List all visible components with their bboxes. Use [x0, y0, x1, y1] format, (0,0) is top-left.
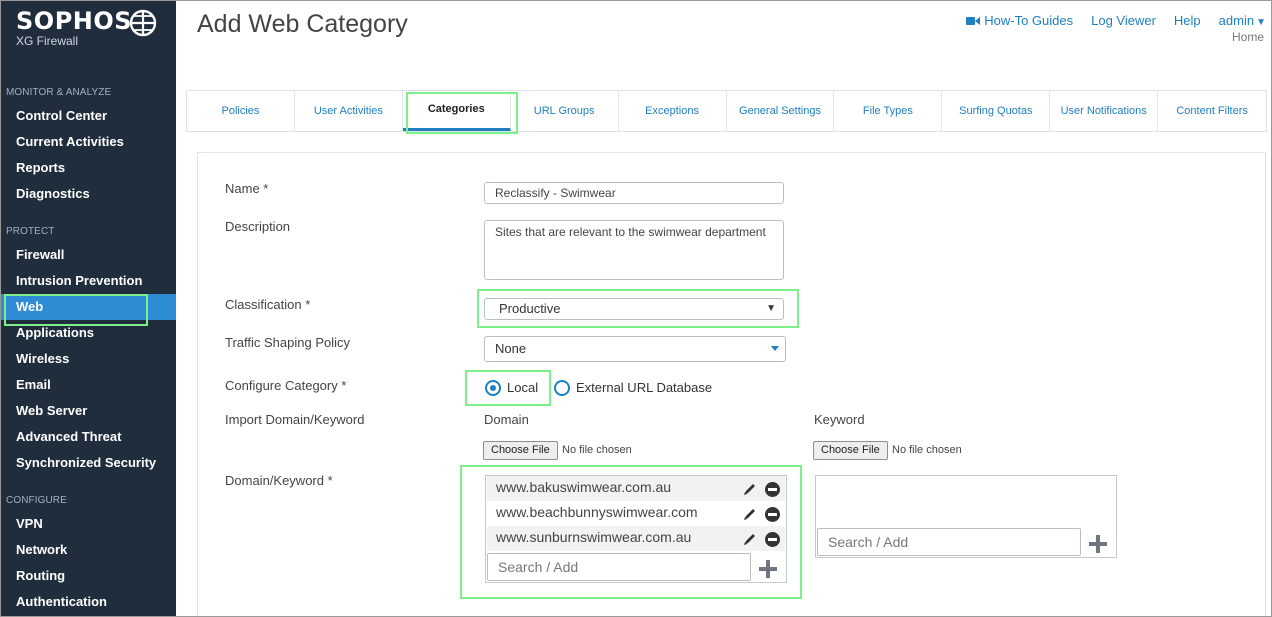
- nav-control-center[interactable]: Control Center: [0, 103, 176, 129]
- nav-current-activities[interactable]: Current Activities: [0, 129, 176, 155]
- traffic-shaping-value: None: [495, 341, 527, 356]
- nav-firewall[interactable]: Firewall: [0, 242, 176, 268]
- brand-product: XG Firewall: [16, 34, 79, 48]
- home-link[interactable]: Home: [1232, 30, 1264, 44]
- brand: SOPHOS XG Firewall: [16, 6, 132, 48]
- traffic-shaping-label: Traffic Shaping Policy: [225, 335, 351, 350]
- domain-header: Domain: [484, 412, 529, 427]
- import-label: Import Domain/Keyword: [225, 412, 365, 427]
- nav-wireless[interactable]: Wireless: [0, 346, 176, 372]
- nav-routing[interactable]: Routing: [0, 563, 176, 589]
- tab-surfing-quotas[interactable]: Surfing Quotas: [942, 91, 1051, 131]
- tab-file-types[interactable]: File Types: [834, 91, 943, 131]
- domain-no-file-text: No file chosen: [562, 444, 632, 456]
- section-label-configure: CONFIGURE: [6, 495, 67, 506]
- description-textarea[interactable]: Sites that are relevant to the swimwear …: [484, 220, 784, 280]
- configure-category-label: Configure Category *: [225, 378, 347, 393]
- nav-vpn[interactable]: VPN: [0, 511, 176, 537]
- description-label: Description: [225, 219, 291, 234]
- nav-diagnostics[interactable]: Diagnostics: [0, 181, 176, 207]
- page-title: Add Web Category: [197, 10, 408, 38]
- nav-network[interactable]: Network: [0, 537, 176, 563]
- keyword-search-add-input[interactable]: Search / Add: [817, 528, 1081, 556]
- tab-bar: Policies User Activities Categories URL …: [186, 90, 1267, 132]
- admin-label: admin: [1218, 13, 1255, 28]
- dropdown-arrow-icon: [771, 346, 779, 351]
- tab-content-filters[interactable]: Content Filters: [1158, 91, 1266, 131]
- highlight-web-nav: [4, 294, 148, 326]
- tab-user-activities[interactable]: User Activities: [295, 91, 403, 131]
- highlight-domain-list: [460, 465, 802, 599]
- radio-external-url-database[interactable]: [554, 380, 570, 396]
- nav-reports[interactable]: Reports: [0, 155, 176, 181]
- nav-synchronized-security[interactable]: Synchronized Security: [0, 450, 176, 476]
- brand-name: SOPHOS: [16, 7, 133, 35]
- howto-guides-label: How-To Guides: [984, 13, 1074, 28]
- log-viewer-link[interactable]: Log Viewer: [1091, 13, 1156, 28]
- radio-external-label: External URL Database: [576, 380, 713, 395]
- top-links: How-To Guides Log Viewer Help admin ▼: [966, 13, 1266, 28]
- keyword-header: Keyword: [814, 412, 865, 427]
- traffic-shaping-select[interactable]: None: [484, 336, 786, 362]
- highlight-local-radio: [465, 370, 551, 406]
- sidebar: SOPHOS XG Firewall MONITOR & ANALYZE Con…: [0, 0, 176, 617]
- nav-intrusion-prevention[interactable]: Intrusion Prevention: [0, 268, 176, 294]
- video-camera-icon: [966, 17, 981, 25]
- highlight-categories-tab: [406, 92, 518, 134]
- plus-icon[interactable]: [1089, 535, 1107, 553]
- section-label-protect: PROTECT: [6, 226, 55, 237]
- nav-advanced-threat[interactable]: Advanced Threat: [0, 424, 176, 450]
- tab-user-notifications[interactable]: User Notifications: [1050, 91, 1159, 131]
- tab-url-groups[interactable]: URL Groups: [511, 91, 619, 131]
- tab-general-settings[interactable]: General Settings: [727, 91, 835, 131]
- nav-email[interactable]: Email: [0, 372, 176, 398]
- highlight-classification: [477, 289, 799, 328]
- nav-authentication[interactable]: Authentication: [0, 589, 176, 615]
- tab-policies[interactable]: Policies: [187, 91, 295, 131]
- keyword-no-file-text: No file chosen: [892, 444, 962, 456]
- domain-choose-file-button[interactable]: Choose File: [483, 441, 558, 460]
- keyword-listbox: Search / Add: [815, 475, 1117, 558]
- chevron-down-icon: ▼: [1256, 17, 1266, 28]
- name-input[interactable]: Reclassify - Swimwear: [484, 182, 784, 204]
- admin-menu[interactable]: admin ▼: [1219, 13, 1266, 28]
- name-label: Name *: [225, 181, 269, 196]
- howto-guides-link[interactable]: How-To Guides: [966, 13, 1073, 28]
- keyword-choose-file-button[interactable]: Choose File: [813, 441, 888, 460]
- globe-logo-icon: [129, 9, 157, 37]
- nav-web-server[interactable]: Web Server: [0, 398, 176, 424]
- tab-exceptions[interactable]: Exceptions: [619, 91, 727, 131]
- classification-label: Classification *: [225, 297, 311, 312]
- section-label-monitor: MONITOR & ANALYZE: [6, 87, 112, 98]
- help-link[interactable]: Help: [1174, 13, 1201, 28]
- domain-keyword-label: Domain/Keyword *: [225, 473, 333, 488]
